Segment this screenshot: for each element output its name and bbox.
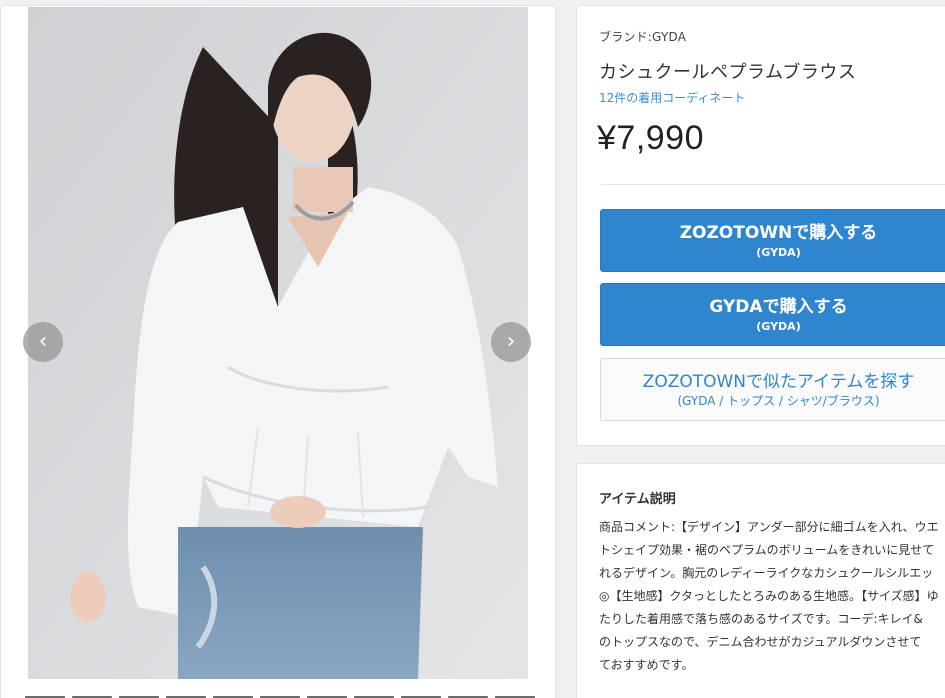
coordinate-link[interactable]: 12件の着用コーディネート (599, 89, 745, 106)
chevron-left-icon: ‹ (38, 329, 48, 354)
description-line: ◎【生地感】クタっとしたとろみのある生地感。【サイズ感】ゆ (599, 589, 939, 603)
product-info-card: ブランド:GYDA カシュクールペプラムブラウス 12件の着用コーディネート ¥… (576, 5, 945, 446)
chevron-right-icon: › (506, 329, 516, 354)
description-line: のトップスなので、デニム合わせがカジュアルダウンさせて (599, 635, 922, 649)
description-line: 商品コメント:【デザイン】アンダー部分に細ゴムを入れ、ウエ (599, 520, 939, 534)
product-price: ¥7,990 (597, 119, 704, 157)
brand-label[interactable]: ブランド:GYDA (599, 28, 686, 45)
product-name: カシュクールペプラムブラウス (599, 62, 857, 83)
buy-gyda-button[interactable]: GYDAで購入する (GYDA) (600, 283, 945, 346)
next-image-button[interactable]: › (491, 322, 531, 362)
description-title: アイテム説明 (599, 492, 676, 507)
description-line: トシェイプ効果・裾のペプラムのボリュームをきれいに見せて (599, 543, 935, 557)
button-label: ZOZOTOWNで購入する (679, 222, 878, 243)
find-similar-button[interactable]: ZOZOTOWNで似たアイテムを探す (GYDA / トップス / シャツ/ブラ… (600, 358, 945, 421)
item-description-card: アイテム説明 商品コメント:【デザイン】アンダー部分に細ゴムを入れ、ウエ トシェ… (576, 463, 945, 698)
button-sublabel: (GYDA) (756, 245, 801, 259)
button-sublabel: (GYDA / トップス / シャツ/ブラウス) (677, 393, 880, 408)
prev-image-button[interactable]: ‹ (23, 322, 63, 362)
description-line: たりした着用感で落ち感のあるサイズです。コーデ:キレイ& (599, 612, 923, 626)
button-label: GYDAで購入する (709, 296, 848, 317)
buy-zozotown-button[interactable]: ZOZOTOWNで購入する (GYDA) (600, 209, 945, 272)
product-photo[interactable] (28, 7, 528, 679)
description-body: 商品コメント:【デザイン】アンダー部分に細ゴムを入れ、ウエ トシェイプ効果・裾の… (599, 516, 945, 677)
description-line: れるデザイン。胸元のレディーライクなカシュクールシルエッ (599, 566, 934, 580)
button-label: ZOZOTOWNで似たアイテムを探す (642, 371, 915, 392)
divider (601, 184, 945, 185)
image-gallery: ‹ › (0, 5, 556, 698)
description-line: ておすすめです。 (599, 658, 694, 672)
model-illustration (28, 7, 528, 679)
button-sublabel: (GYDA) (756, 319, 801, 333)
